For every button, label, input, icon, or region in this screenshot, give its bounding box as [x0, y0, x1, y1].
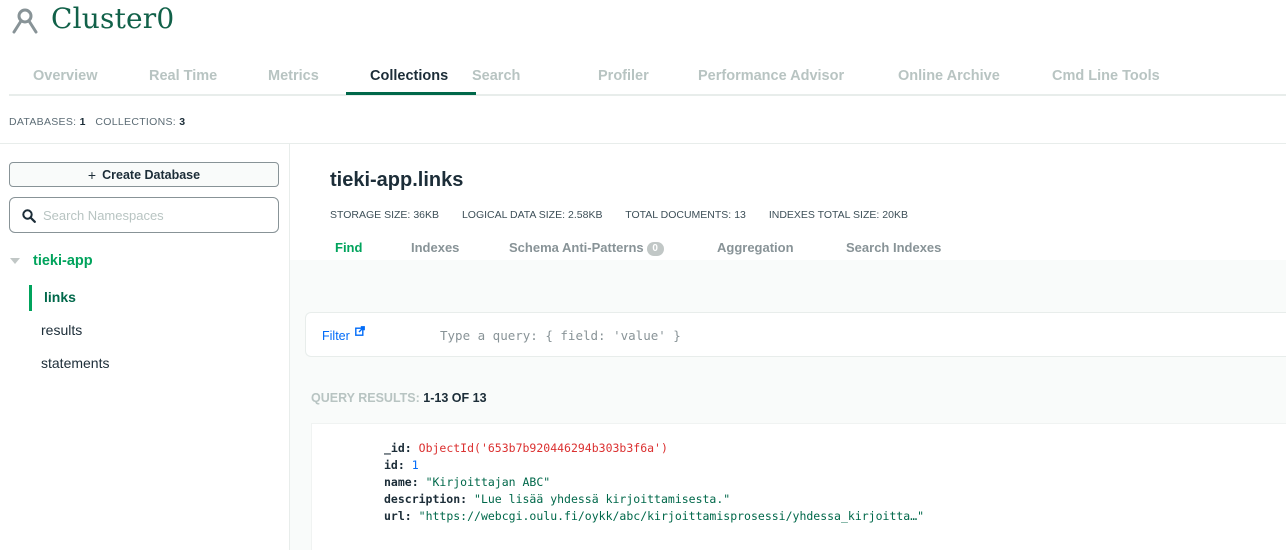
field-key: name:	[384, 475, 419, 489]
databases-count-label: DATABASES:	[9, 116, 77, 128]
tab-performance-advisor[interactable]: Performance Advisor	[698, 68, 844, 84]
query-results-count: QUERY RESULTS: 1-13 OF 13	[311, 391, 487, 405]
collections-count-label: COLLECTIONS:	[95, 116, 177, 128]
filter-label: Filter	[322, 329, 350, 343]
collection-item-links[interactable]: links	[29, 285, 279, 311]
collection-label: statements	[41, 355, 110, 371]
namespace-counts: DATABASES: 1 COLLECTIONS: 3	[9, 116, 185, 128]
query-results-label: QUERY RESULTS:	[311, 391, 420, 405]
cluster-header: Cluster0	[0, 0, 1286, 48]
document-field: description: "Lue lisää yhdessä kirjoitt…	[384, 492, 730, 506]
field-key: description:	[384, 492, 468, 506]
document-field: url: "https://webcgi.oulu.fi/oykk/abc/ki…	[384, 509, 924, 523]
stat-label: STORAGE SIZE:	[330, 209, 411, 221]
cluster-title: Cluster0	[51, 2, 175, 35]
document-field: id: 1	[384, 458, 419, 472]
stat-value: 20KB	[882, 209, 908, 221]
field-key: url:	[384, 509, 412, 523]
database-item-tieki-app[interactable]: tieki-app	[9, 252, 279, 272]
collection-item-statements[interactable]: statements	[29, 351, 279, 377]
external-link-icon	[355, 326, 366, 336]
divider-horizontal	[0, 143, 1286, 144]
stat-total-documents: TOTAL DOCUMENTS: 13	[625, 209, 746, 221]
subtab-indexes[interactable]: Indexes	[411, 240, 459, 255]
search-icon	[22, 209, 36, 223]
tab-online-archive[interactable]: Online Archive	[898, 68, 1000, 84]
stat-value: 2.58KB	[568, 209, 603, 221]
stat-storage-size: STORAGE SIZE: 36KB	[330, 209, 439, 221]
stat-indexes-total-size: INDEXES TOTAL SIZE: 20KB	[769, 209, 908, 221]
stat-label: INDEXES TOTAL SIZE:	[768, 209, 880, 221]
field-value: "Lue lisää yhdessä kirjoittamisesta."	[474, 492, 731, 506]
collection-item-results[interactable]: results	[29, 318, 279, 344]
document-field: name: "Kirjoittajan ABC"	[384, 475, 550, 489]
count-badge: 0	[646, 242, 664, 256]
subtab-search-indexes[interactable]: Search Indexes	[846, 240, 941, 255]
subtab-aggregation[interactable]: Aggregation	[717, 240, 794, 255]
tab-profiler[interactable]: Profiler	[598, 68, 649, 84]
cluster-icon	[12, 8, 38, 34]
caret-down-icon[interactable]	[10, 258, 20, 264]
filter-query-input[interactable]	[440, 325, 1260, 345]
filter-link[interactable]: Filter	[322, 326, 366, 343]
namespace-title: tieki-app.links	[330, 169, 464, 191]
stat-label: TOTAL DOCUMENTS:	[625, 209, 732, 221]
search-namespaces-input[interactable]	[43, 206, 268, 224]
field-key: _id:	[384, 441, 412, 455]
field-value: "https://webcgi.oulu.fi/oykk/abc/kirjoit…	[418, 509, 925, 523]
subtab-schema-anti-patterns[interactable]: Schema Anti-Patterns 0	[509, 240, 664, 256]
create-database-button[interactable]: + Create Database	[9, 162, 279, 187]
stat-value: 36KB	[413, 209, 440, 221]
subtab-find[interactable]: Find	[335, 240, 362, 255]
subtab-label: Schema Anti-Patterns	[509, 240, 644, 255]
field-key: id:	[384, 458, 405, 472]
document-field: _id: ObjectId('653b7b920446294b303b3f6a'…	[384, 441, 668, 455]
tab-collections[interactable]: Collections	[370, 68, 448, 84]
tab-real-time[interactable]: Real Time	[149, 68, 217, 84]
collection-subtabs: Find Indexes Schema Anti-Patterns 0 Aggre…	[330, 240, 1286, 260]
databases-count: 1	[79, 116, 86, 128]
collection-label: links	[44, 289, 76, 305]
tab-cmd-line-tools[interactable]: Cmd Line Tools	[1052, 68, 1160, 84]
collections-count: 3	[179, 116, 186, 128]
document-card[interactable]: _id: ObjectId('653b7b920446294b303b3f6a'…	[311, 423, 1286, 550]
namespace-search-field[interactable]	[9, 197, 279, 233]
collection-label: results	[41, 322, 83, 338]
plus-icon: +	[87, 166, 97, 183]
cluster-tabs: Overview Real Time Metrics Collections S…	[9, 60, 1286, 96]
tab-overview[interactable]: Overview	[33, 68, 98, 84]
query-bar: Filter	[305, 312, 1286, 357]
stat-logical-data-size: LOGICAL DATA SIZE: 2.58KB	[462, 209, 603, 221]
field-value: ObjectId('653b7b920446294b303b3f6a')	[418, 441, 668, 455]
stat-value: 13	[734, 209, 746, 221]
create-database-label: Create Database	[102, 167, 201, 182]
stat-label: LOGICAL DATA SIZE:	[461, 209, 566, 221]
database-name: tieki-app	[33, 253, 93, 269]
tab-search[interactable]: Search	[472, 68, 520, 84]
field-value: 1	[411, 458, 419, 472]
active-tab-indicator	[346, 92, 476, 95]
query-results-range: 1-13 OF 13	[423, 391, 487, 405]
tab-metrics[interactable]: Metrics	[268, 68, 319, 84]
field-value: "Kirjoittajan ABC"	[425, 475, 551, 489]
collection-stats: STORAGE SIZE: 36KB LOGICAL DATA SIZE: 2.58…	[330, 209, 928, 221]
